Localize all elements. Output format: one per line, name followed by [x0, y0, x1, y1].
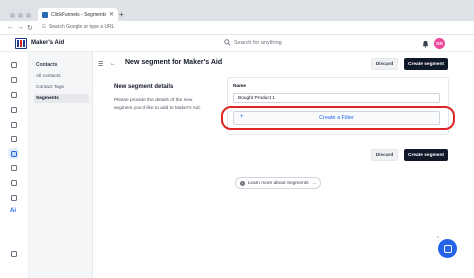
name-label: Name [233, 84, 247, 89]
global-search[interactable]: Search for anything [224, 39, 282, 46]
help-chat-button[interactable] [438, 239, 457, 258]
app-header: Maker's Aid Search for anything DN [0, 35, 474, 52]
avatar[interactable]: DN [434, 38, 445, 49]
browser-tab[interactable]: ClickFunnels - Segments ✕ [38, 8, 118, 21]
analytics-icon[interactable] [8, 162, 19, 173]
automation-icon[interactable] [8, 177, 19, 188]
create-filter-label: Create a Filter [319, 115, 354, 121]
discard-button[interactable]: Discard [371, 58, 398, 70]
back-arrow-icon[interactable]: ← [110, 61, 116, 67]
sidebar-item-segments[interactable]: Segments [34, 94, 89, 103]
sites-icon[interactable] [8, 104, 19, 115]
details-description: Please provide the details of the new se… [114, 98, 201, 111]
favicon-icon [42, 11, 48, 18]
contacts-icon[interactable] [8, 74, 19, 85]
learn-more-label: Learn more about Segments [247, 180, 309, 186]
ai-icon[interactable]: Ai [10, 208, 16, 214]
tab-title: ClickFunnels - Segments [51, 11, 106, 18]
home-icon[interactable] [8, 59, 19, 70]
window-maximize-dot[interactable] [26, 13, 31, 18]
new-tab-button[interactable]: + [119, 10, 124, 19]
sidebar-item-contact-tags[interactable]: Contact Tags [34, 83, 89, 92]
address-bar: ← → ↻ G Search Google or type a URL [0, 21, 474, 35]
window-close-dot[interactable] [10, 13, 15, 18]
name-input[interactable]: Bought Product 1 [233, 93, 440, 103]
contacts-sidebar: Contacts All contacts Contact Tags Segme… [29, 52, 93, 278]
funnel-icon[interactable] [8, 89, 19, 100]
create-segment-button-bottom[interactable]: Create segment [404, 149, 448, 161]
search-icon [224, 39, 231, 46]
workspace-name[interactable]: Maker's Aid [31, 40, 64, 46]
arrow-right-icon: → [311, 180, 317, 186]
url-placeholder: Search Google or type a URL [48, 24, 115, 30]
icon-rail: Ai [0, 52, 29, 278]
chat-icon [443, 244, 452, 253]
back-icon[interactable]: ← [7, 24, 14, 31]
plus-icon: + [240, 114, 244, 120]
search-placeholder: Search for anything [234, 39, 282, 46]
learn-more-link[interactable]: ? Learn more about Segments → [235, 177, 321, 189]
browser-tabbar: ClickFunnels - Segments ✕ + [0, 0, 474, 21]
page-title: New segment for Maker's Aid [125, 59, 223, 66]
sidebar-heading: Contacts [36, 62, 58, 68]
create-filter-button[interactable]: + Create a Filter [233, 111, 440, 125]
google-icon: G [42, 24, 46, 30]
discard-button-bottom[interactable]: Discard [371, 149, 398, 161]
layout-icon[interactable] [8, 133, 19, 144]
logo-icon[interactable] [15, 38, 27, 49]
menu-icon[interactable]: ☰ [98, 61, 103, 68]
reload-icon[interactable]: ↻ [27, 24, 33, 32]
segments-icon[interactable] [8, 148, 19, 159]
create-segment-button[interactable]: Create segment [404, 58, 448, 70]
calendar-icon[interactable] [8, 192, 19, 203]
tab-close-icon[interactable]: ✕ [109, 11, 114, 18]
window-minimize-dot[interactable] [18, 13, 23, 18]
segment-form-card [227, 77, 449, 135]
logout-icon[interactable] [8, 248, 19, 259]
bell-icon[interactable] [422, 40, 429, 48]
forward-icon[interactable]: → [17, 24, 24, 31]
sidebar-item-all-contacts[interactable]: All contacts [34, 72, 89, 81]
help-icon: ? [239, 180, 245, 186]
url-field[interactable]: G Search Google or type a URL [42, 24, 114, 30]
store-icon[interactable] [8, 119, 19, 130]
details-title: New segment details [114, 84, 174, 90]
